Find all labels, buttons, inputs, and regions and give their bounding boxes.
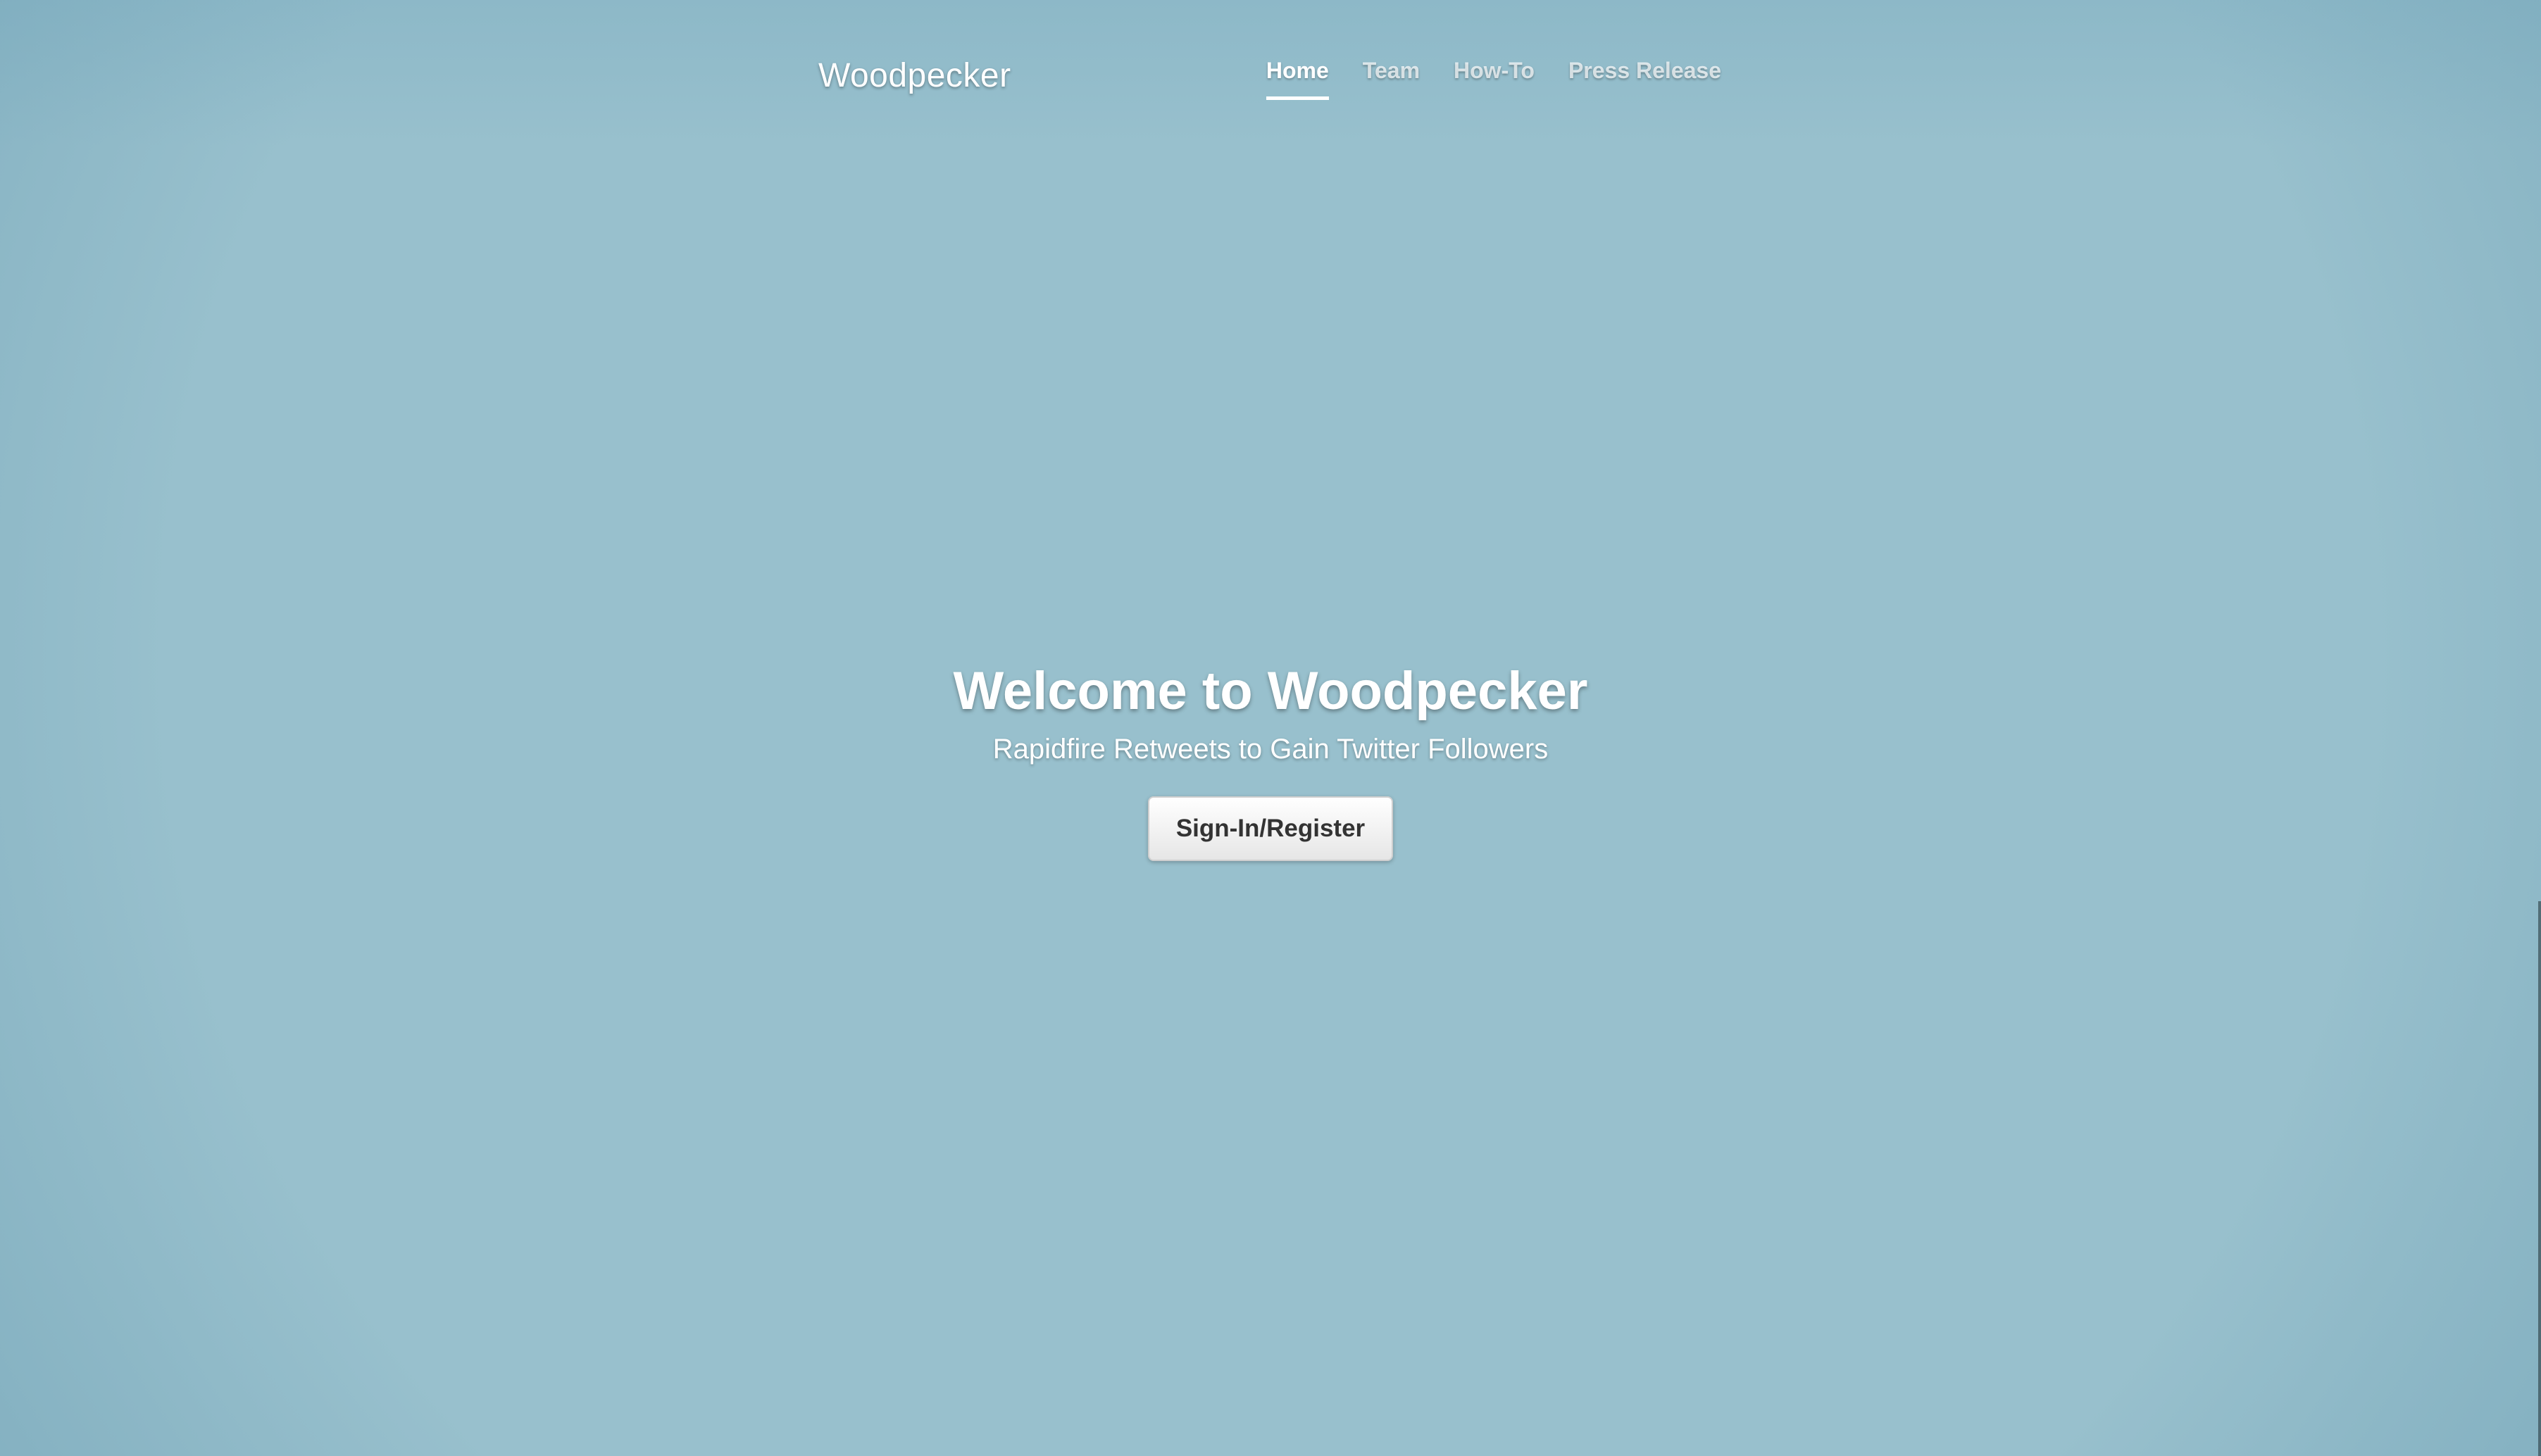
hero-heading: Welcome to Woodpecker — [953, 661, 1588, 721]
sign-in-register-button[interactable]: Sign-In/Register — [1147, 796, 1394, 861]
nav-home[interactable]: Home — [1266, 58, 1329, 100]
window-edge — [2538, 901, 2541, 1456]
nav-team[interactable]: Team — [1363, 58, 1420, 100]
hero-section: Welcome to Woodpecker Rapidfire Retweets… — [0, 662, 2541, 861]
brand-logo-text[interactable]: Woodpecker — [818, 56, 1011, 95]
masthead: Woodpecker Home Team How-To Press Releas… — [818, 49, 1721, 113]
nav-press-release[interactable]: Press Release — [1568, 58, 1721, 100]
main-nav: Home Team How-To Press Release — [1266, 58, 1721, 100]
hero-subheading: Rapidfire Retweets to Gain Twitter Follo… — [992, 733, 1549, 765]
nav-how-to[interactable]: How-To — [1454, 58, 1535, 100]
